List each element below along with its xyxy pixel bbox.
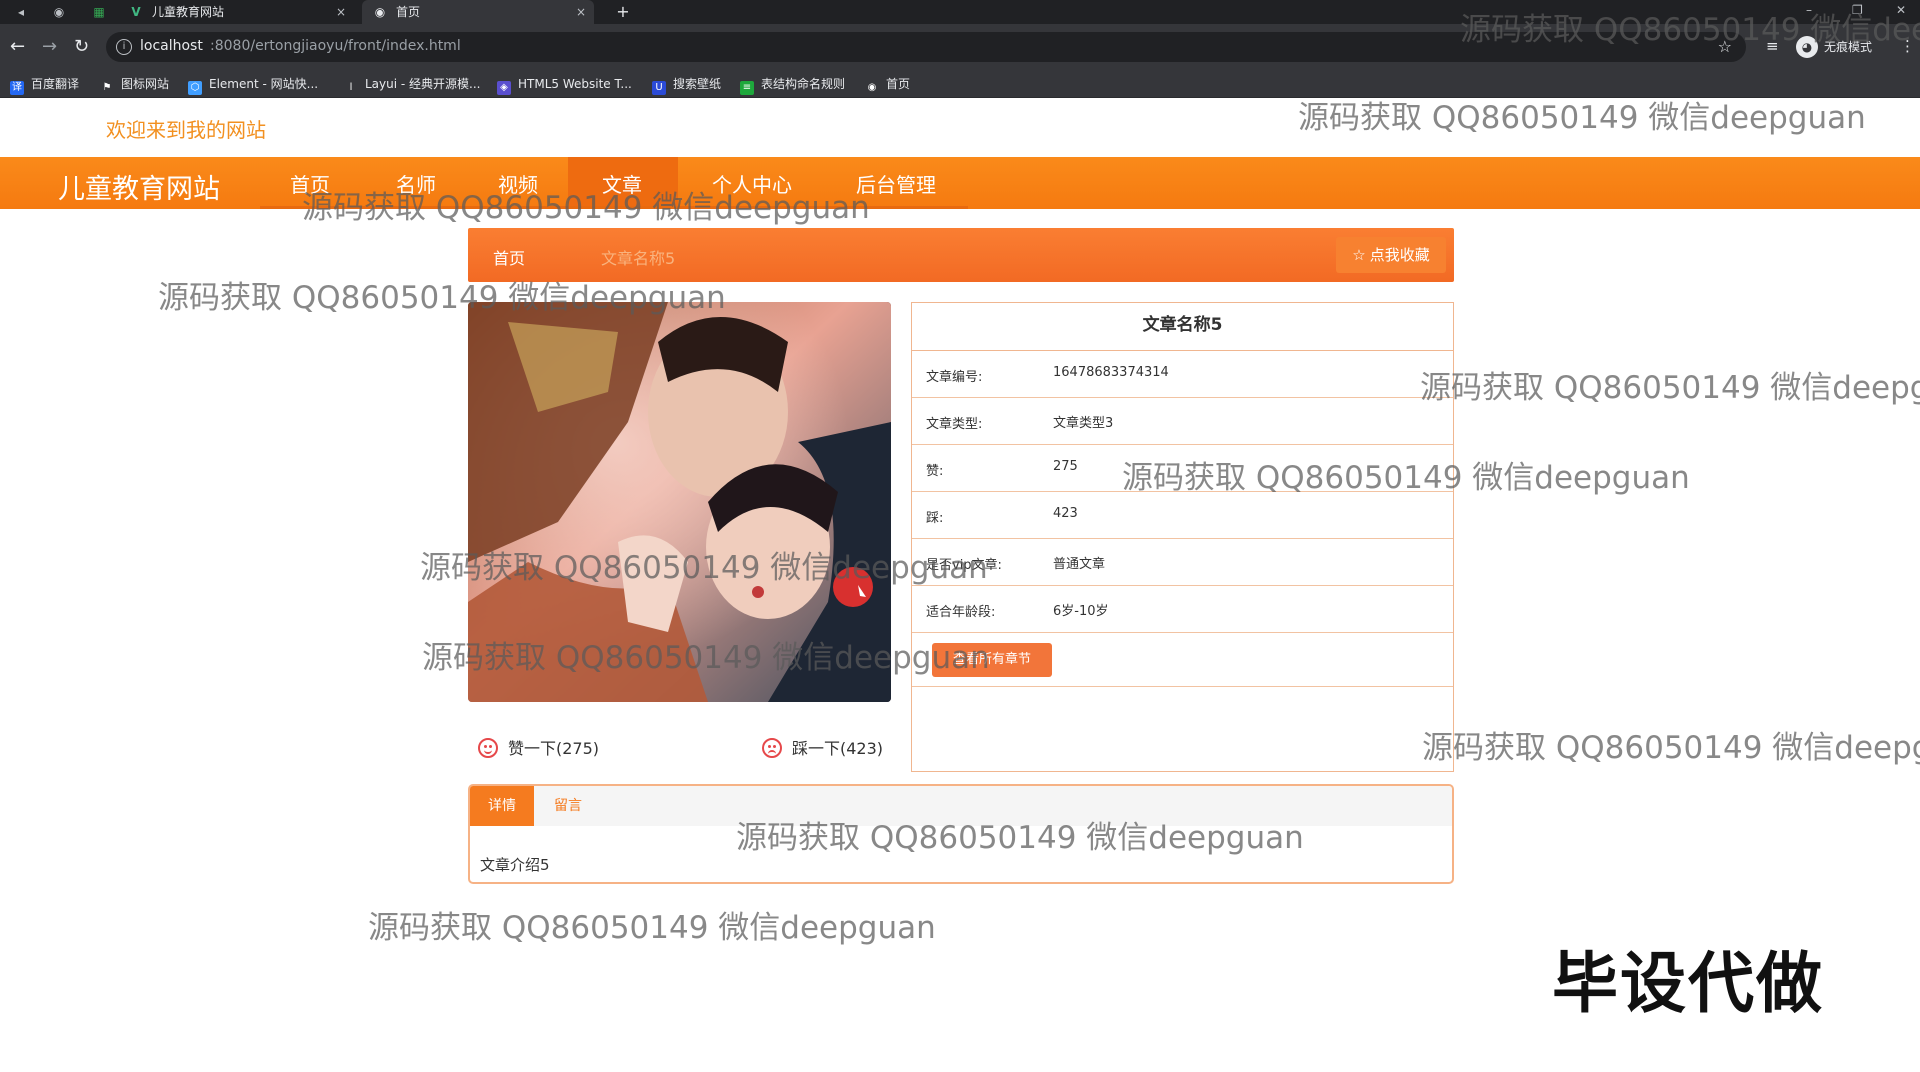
reload-icon[interactable]: ↻ — [74, 36, 89, 58]
bookmark-label: 图标网站 — [121, 77, 170, 91]
back-icon[interactable]: ← — [10, 36, 25, 58]
forward-icon[interactable]: → — [42, 36, 57, 58]
info-row-actions: 查看所有章节 — [912, 633, 1453, 687]
star-icon: ☆ — [1352, 246, 1366, 264]
info-row-dislikes: 踩: 423 — [912, 492, 1453, 539]
frown-icon — [762, 738, 782, 758]
dislike-label: 踩一下(423) — [792, 739, 884, 758]
tab-title: 首页 — [396, 5, 421, 19]
info-row-type: 文章类型: 文章类型3 — [912, 398, 1453, 445]
bookmark-item[interactable]: ⬡ Element - 网站快... — [188, 75, 319, 95]
url-path: :8080/ertongjiaoyu/front/index.html — [210, 38, 461, 54]
flag-icon: ⚑ — [100, 81, 114, 95]
field-value: 6岁-10岁 — [1053, 604, 1109, 619]
bookmark-label: 表结构命名规则 — [761, 77, 846, 91]
smile-icon — [478, 738, 498, 758]
article-intro: 文章介绍5 — [480, 856, 550, 874]
watermark: 源码获取 QQ86050149 微信deepguan — [1422, 730, 1920, 766]
breadcrumb-current: 文章名称5 — [601, 249, 676, 268]
site-info-icon[interactable]: i — [116, 39, 132, 55]
tab-title: 儿童教育网站 — [152, 5, 225, 19]
pinned-site-icon[interactable]: ◉ — [50, 3, 68, 21]
main-navbar: 儿童教育网站 首页 名师 视频 文章 个人中心 后台管理 — [0, 157, 1920, 209]
globe-icon: ◉ — [865, 81, 879, 95]
favorite-label: 点我收藏 — [1369, 246, 1430, 264]
watermark: 源码获取 QQ86050149 微信deepguan — [1460, 12, 1920, 48]
vue-logo-icon: V — [131, 5, 141, 19]
bookmark-item[interactable]: ⚑ 图标网站 — [100, 75, 170, 95]
field-value: 275 — [1053, 459, 1078, 474]
layui-icon: l — [344, 81, 358, 95]
field-value: 423 — [1053, 506, 1078, 521]
bookmark-label: Element - 网站快... — [209, 77, 319, 91]
new-tab-button[interactable]: + — [614, 3, 632, 21]
translate-icon: 译 — [10, 81, 24, 95]
bookmark-label: 搜索壁纸 — [673, 77, 722, 91]
browser-tab-ertong[interactable]: V 儿童教育网站 × — [128, 0, 353, 24]
bookmark-label: 首页 — [886, 77, 911, 91]
bookmark-label: Layui - 经典开源模... — [365, 77, 481, 91]
watermark: 源码获取 QQ86050149 微信deepguan — [420, 550, 988, 586]
article-title: 文章名称5 — [912, 303, 1453, 351]
field-label: 踩: — [926, 511, 944, 526]
sheet-icon: ≡ — [740, 81, 754, 95]
bookmark-item[interactable]: U 搜索壁纸 — [652, 75, 722, 95]
welcome-text: 欢迎来到我的网站 — [106, 118, 266, 142]
browser-tab-home[interactable]: ◉ 首页 × — [362, 0, 594, 24]
promo-tag: 毕设代做 — [1552, 945, 1824, 1022]
field-value: 普通文章 — [1053, 557, 1106, 572]
speaker-icon[interactable]: ◂ — [12, 3, 30, 21]
field-value: 文章类型3 — [1053, 416, 1114, 431]
bookmark-item[interactable]: ◈ HTML5 Website T... — [497, 75, 632, 95]
field-label: 适合年龄段: — [926, 605, 996, 620]
bookmark-item[interactable]: 译百度翻译 — [10, 75, 80, 95]
bookmark-item[interactable]: ≡ 表结构命名规则 — [740, 75, 846, 95]
tab-comments[interactable]: 留言 — [536, 786, 600, 826]
wallpaper-icon: U — [652, 81, 666, 95]
pinned-sheet-icon[interactable]: ▦ — [90, 3, 108, 21]
tab-close-icon[interactable]: × — [576, 0, 586, 24]
like-button[interactable]: 赞一下(275) — [478, 735, 599, 759]
favorite-button[interactable]: ☆ 点我收藏 — [1336, 237, 1446, 273]
watermark: 源码获取 QQ86050149 微信deepguan — [422, 640, 990, 676]
watermark: 源码获取 QQ86050149 微信deepguan — [158, 280, 726, 316]
watermark: 源码获取 QQ86050149 微信deepguan — [1420, 370, 1920, 406]
element-icon: ⬡ — [188, 81, 202, 95]
site-brand[interactable]: 儿童教育网站 — [58, 167, 220, 206]
info-row-age: 适合年龄段: 6岁-10岁 — [912, 586, 1453, 633]
breadcrumb-home[interactable]: 首页 — [493, 245, 525, 269]
tab-details[interactable]: 详情 — [470, 786, 534, 826]
url-host: localhost — [140, 38, 203, 54]
globe-icon: ◉ — [374, 5, 386, 19]
info-row-id: 文章编号: 16478683374314 — [912, 351, 1453, 398]
watermark: 源码获取 QQ86050149 微信deepguan — [1298, 100, 1866, 136]
watermark: 源码获取 QQ86050149 微信deepguan — [368, 910, 936, 946]
bookmark-label: HTML5 Website T... — [518, 77, 632, 91]
watermark: 源码获取 QQ86050149 微信deepguan — [302, 190, 870, 226]
field-label: 文章编号: — [926, 370, 983, 385]
article-info-panel: 文章名称5 文章编号: 16478683374314 文章类型: 文章类型3 赞… — [911, 302, 1454, 772]
tab-close-icon[interactable]: × — [336, 0, 346, 24]
bookmark-label: 百度翻译 — [31, 77, 80, 91]
dislike-button[interactable]: 踩一下(423) — [762, 735, 883, 759]
like-label: 赞一下(275) — [508, 739, 600, 758]
bookmark-item[interactable]: ◉ 首页 — [865, 75, 911, 95]
bookmark-item[interactable]: l Layui - 经典开源模... — [344, 75, 481, 95]
field-value: 16478683374314 — [1053, 365, 1169, 380]
watermark: 源码获取 QQ86050149 微信deepguan — [736, 820, 1304, 856]
field-label: 文章类型: — [926, 417, 983, 432]
field-label: 赞: — [926, 464, 944, 479]
html5-icon: ◈ — [497, 81, 511, 95]
watermark: 源码获取 QQ86050149 微信deepguan — [1122, 460, 1690, 496]
info-row-vip: 是否vip文章: 普通文章 — [912, 539, 1453, 586]
